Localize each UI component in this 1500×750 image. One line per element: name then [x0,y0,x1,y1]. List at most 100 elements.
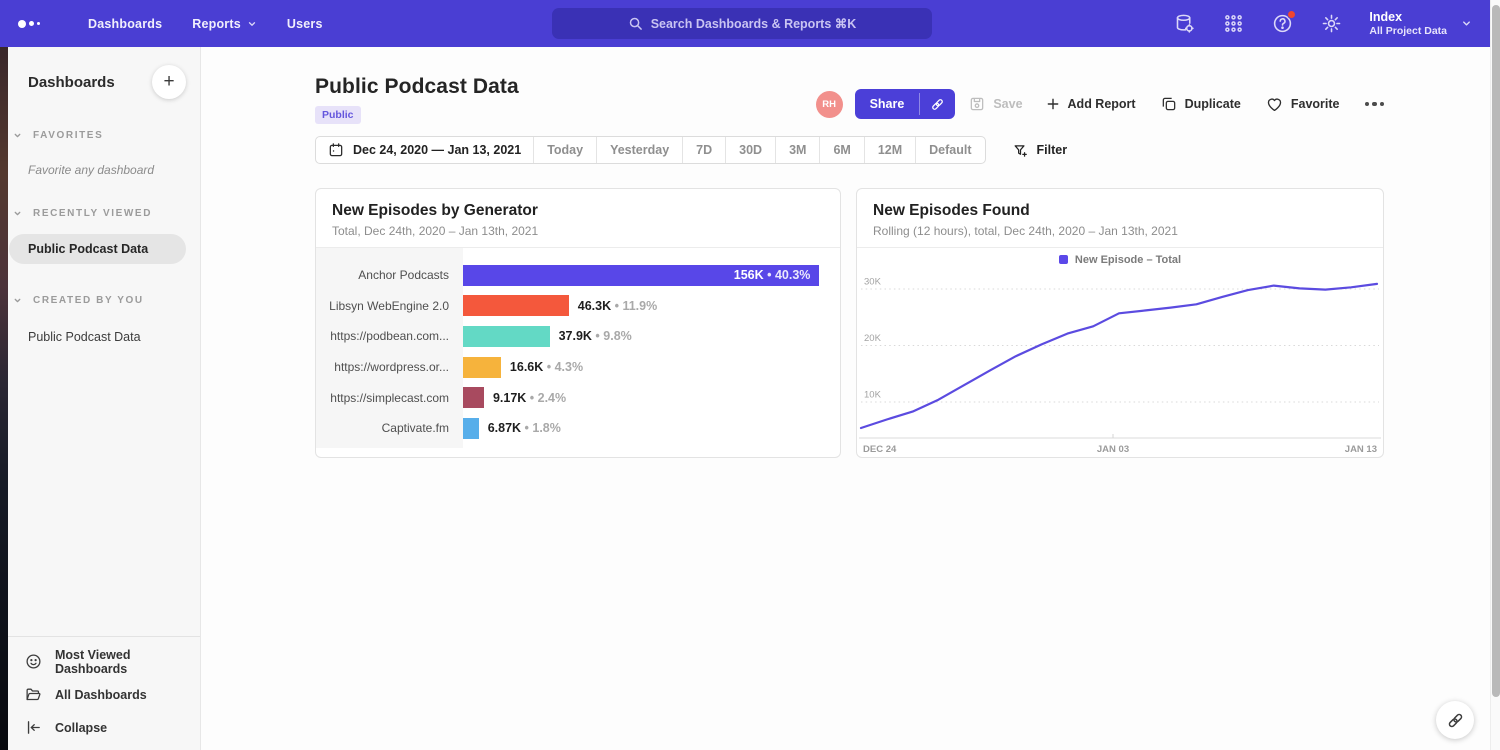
bar-segment[interactable]: 156K • 40.3% [463,265,819,286]
bar-row: https://simplecast.com9.17K • 2.4% [316,382,840,413]
filter-button[interactable]: Filter [1013,143,1068,158]
card-title: New Episodes Found [873,202,1367,220]
bar-segment[interactable] [463,326,550,347]
preset-button-6m[interactable]: 6M [820,137,864,163]
favorites-empty-text: Favorite any dashboard [0,163,200,177]
chevron-down-icon [13,131,22,140]
main-content: Public Podcast Data Public RH Share Save… [201,47,1490,750]
bar-row: Captivate.fm6.87K • 1.8% [316,413,840,444]
svg-text:DEC 24: DEC 24 [863,444,897,455]
more-options-button[interactable] [1365,102,1385,107]
settings-gear-icon[interactable] [1320,13,1342,35]
collapse-sidebar-button[interactable]: Collapse [0,711,200,744]
svg-text:10K: 10K [864,390,882,401]
preset-button-7d[interactable]: 7D [683,137,726,163]
sidebar-footer: Most Viewed Dashboards All Dashboards Co… [0,636,200,750]
duplicate-button[interactable]: Duplicate [1161,96,1241,112]
nav-link-users[interactable]: Users [287,17,323,31]
preset-button-12m[interactable]: 12M [865,137,916,163]
bar-category-label: Captivate.fm [316,421,463,435]
folder-icon [25,686,42,703]
date-toolbar: Dec 24, 2020 — Jan 13, 2021 TodayYesterd… [315,136,1067,164]
bar-category-label: Anchor Podcasts [316,268,463,282]
bar-category-label: https://simplecast.com [316,391,463,405]
bar-value-label: 156K • 40.3% [734,265,811,286]
bar-category-label: https://wordpress.or... [316,360,463,374]
section-favorites[interactable]: FAVORITES [0,130,200,141]
bar-segment[interactable] [463,357,501,378]
bar-segment[interactable] [463,295,569,316]
nav-link-reports[interactable]: Reports [192,17,257,31]
card-subtitle: Total, Dec 24th, 2020 – Jan 13th, 2021 [332,224,824,238]
bar-category-label: https://podbean.com... [316,329,463,343]
bar-value-label: 46.3K • 11.9% [578,295,657,316]
sidebar-item-public-podcast-data-created[interactable]: Public Podcast Data [0,330,200,344]
bar-chart: Anchor Podcasts 156K • 40.3% Libsyn WebEng… [316,248,840,444]
svg-text:30K: 30K [864,277,882,288]
project-name: Index [1369,10,1447,26]
avatar[interactable]: RH [816,91,843,118]
project-switcher[interactable]: Index All Project Data [1369,10,1472,38]
bar-row: https://wordpress.or... 16.6K • 4.3% [316,352,840,383]
dashboard-actions: RH Share Save Add Report Duplicate Favor… [816,89,1384,119]
favorite-button[interactable]: Favorite [1266,96,1340,113]
save-button[interactable]: Save [969,96,1022,112]
share-link-button[interactable] [920,89,955,119]
line-chart-svg: 30K 20K 10K DEC 24 JAN 03 JAN 13 [859,271,1381,457]
search-input[interactable]: Search Dashboards & Reports ⌘K [552,8,932,39]
preset-button-30d[interactable]: 30D [726,137,776,163]
all-dashboards-button[interactable]: All Dashboards [0,678,200,711]
bar-row: Libsyn WebEngine 2.0 46.3K • 11.9% [316,291,840,322]
top-navbar: Dashboards Reports Users Search Dashboar… [0,0,1490,47]
chevron-down-icon [1461,18,1472,29]
chevron-down-icon [13,296,22,305]
bar-segment[interactable] [463,387,484,408]
bar-row: Anchor Podcasts 156K • 40.3% [316,260,840,291]
public-badge: Public [315,106,361,124]
help-icon[interactable] [1271,13,1293,35]
bar-value-label: 16.6K • 4.3% [510,357,583,378]
background-edge-strip [0,47,8,750]
scrollbar-thumb[interactable] [1492,5,1500,697]
preset-button-default[interactable]: Default [916,137,984,163]
add-dashboard-button[interactable]: + [152,65,186,99]
bar-segment[interactable] [463,418,479,439]
preset-button-3m[interactable]: 3M [776,137,820,163]
sidebar: Dashboards + FAVORITES Favorite any dash… [0,47,201,750]
svg-text:JAN 13: JAN 13 [1345,444,1377,455]
collapse-icon [25,719,42,736]
app-logo[interactable] [18,20,40,28]
link-icon [930,97,945,112]
legend-label: New Episode – Total [1075,254,1181,266]
chevron-down-icon [13,209,22,218]
bar-category-label: Libsyn WebEngine 2.0 [316,299,463,313]
nav-link-dashboards[interactable]: Dashboards [88,17,162,31]
card-subtitle: Rolling (12 hours), total, Dec 24th, 202… [873,224,1367,238]
bar-value-label: 37.9K • 9.8% [559,326,632,347]
search-icon [628,16,643,31]
link-icon [1446,711,1465,730]
date-range-picker[interactable]: Dec 24, 2020 — Jan 13, 2021 [316,137,534,163]
heart-icon [1266,96,1283,113]
copy-dashboard-link-button[interactable] [1436,701,1474,739]
most-viewed-dashboards-button[interactable]: Most Viewed Dashboards [0,645,200,678]
share-button[interactable]: Share [855,89,956,119]
sidebar-title: Dashboards [28,74,115,91]
preset-button-today[interactable]: Today [534,137,597,163]
filter-funnel-icon [1013,143,1028,158]
add-report-button[interactable]: Add Report [1046,97,1136,111]
page-scrollbar[interactable] [1490,0,1500,750]
section-recently-viewed[interactable]: RECENTLY VIEWED [0,208,200,219]
page-title: Public Podcast Data [315,75,519,99]
apps-grid-icon[interactable] [1222,13,1244,35]
data-sources-icon[interactable] [1173,13,1195,35]
calendar-icon [328,142,344,158]
svg-text:20K: 20K [864,333,882,344]
preset-button-yesterday[interactable]: Yesterday [597,137,683,163]
chart-legend: New Episode – Total [857,248,1383,271]
duplicate-icon [1161,96,1177,112]
svg-text:JAN 03: JAN 03 [1097,444,1129,455]
line-series-new-episode-total [861,284,1377,428]
sidebar-item-public-podcast-data-recent[interactable]: Public Podcast Data [9,234,186,264]
section-created-by-you[interactable]: CREATED BY YOU [0,295,200,306]
